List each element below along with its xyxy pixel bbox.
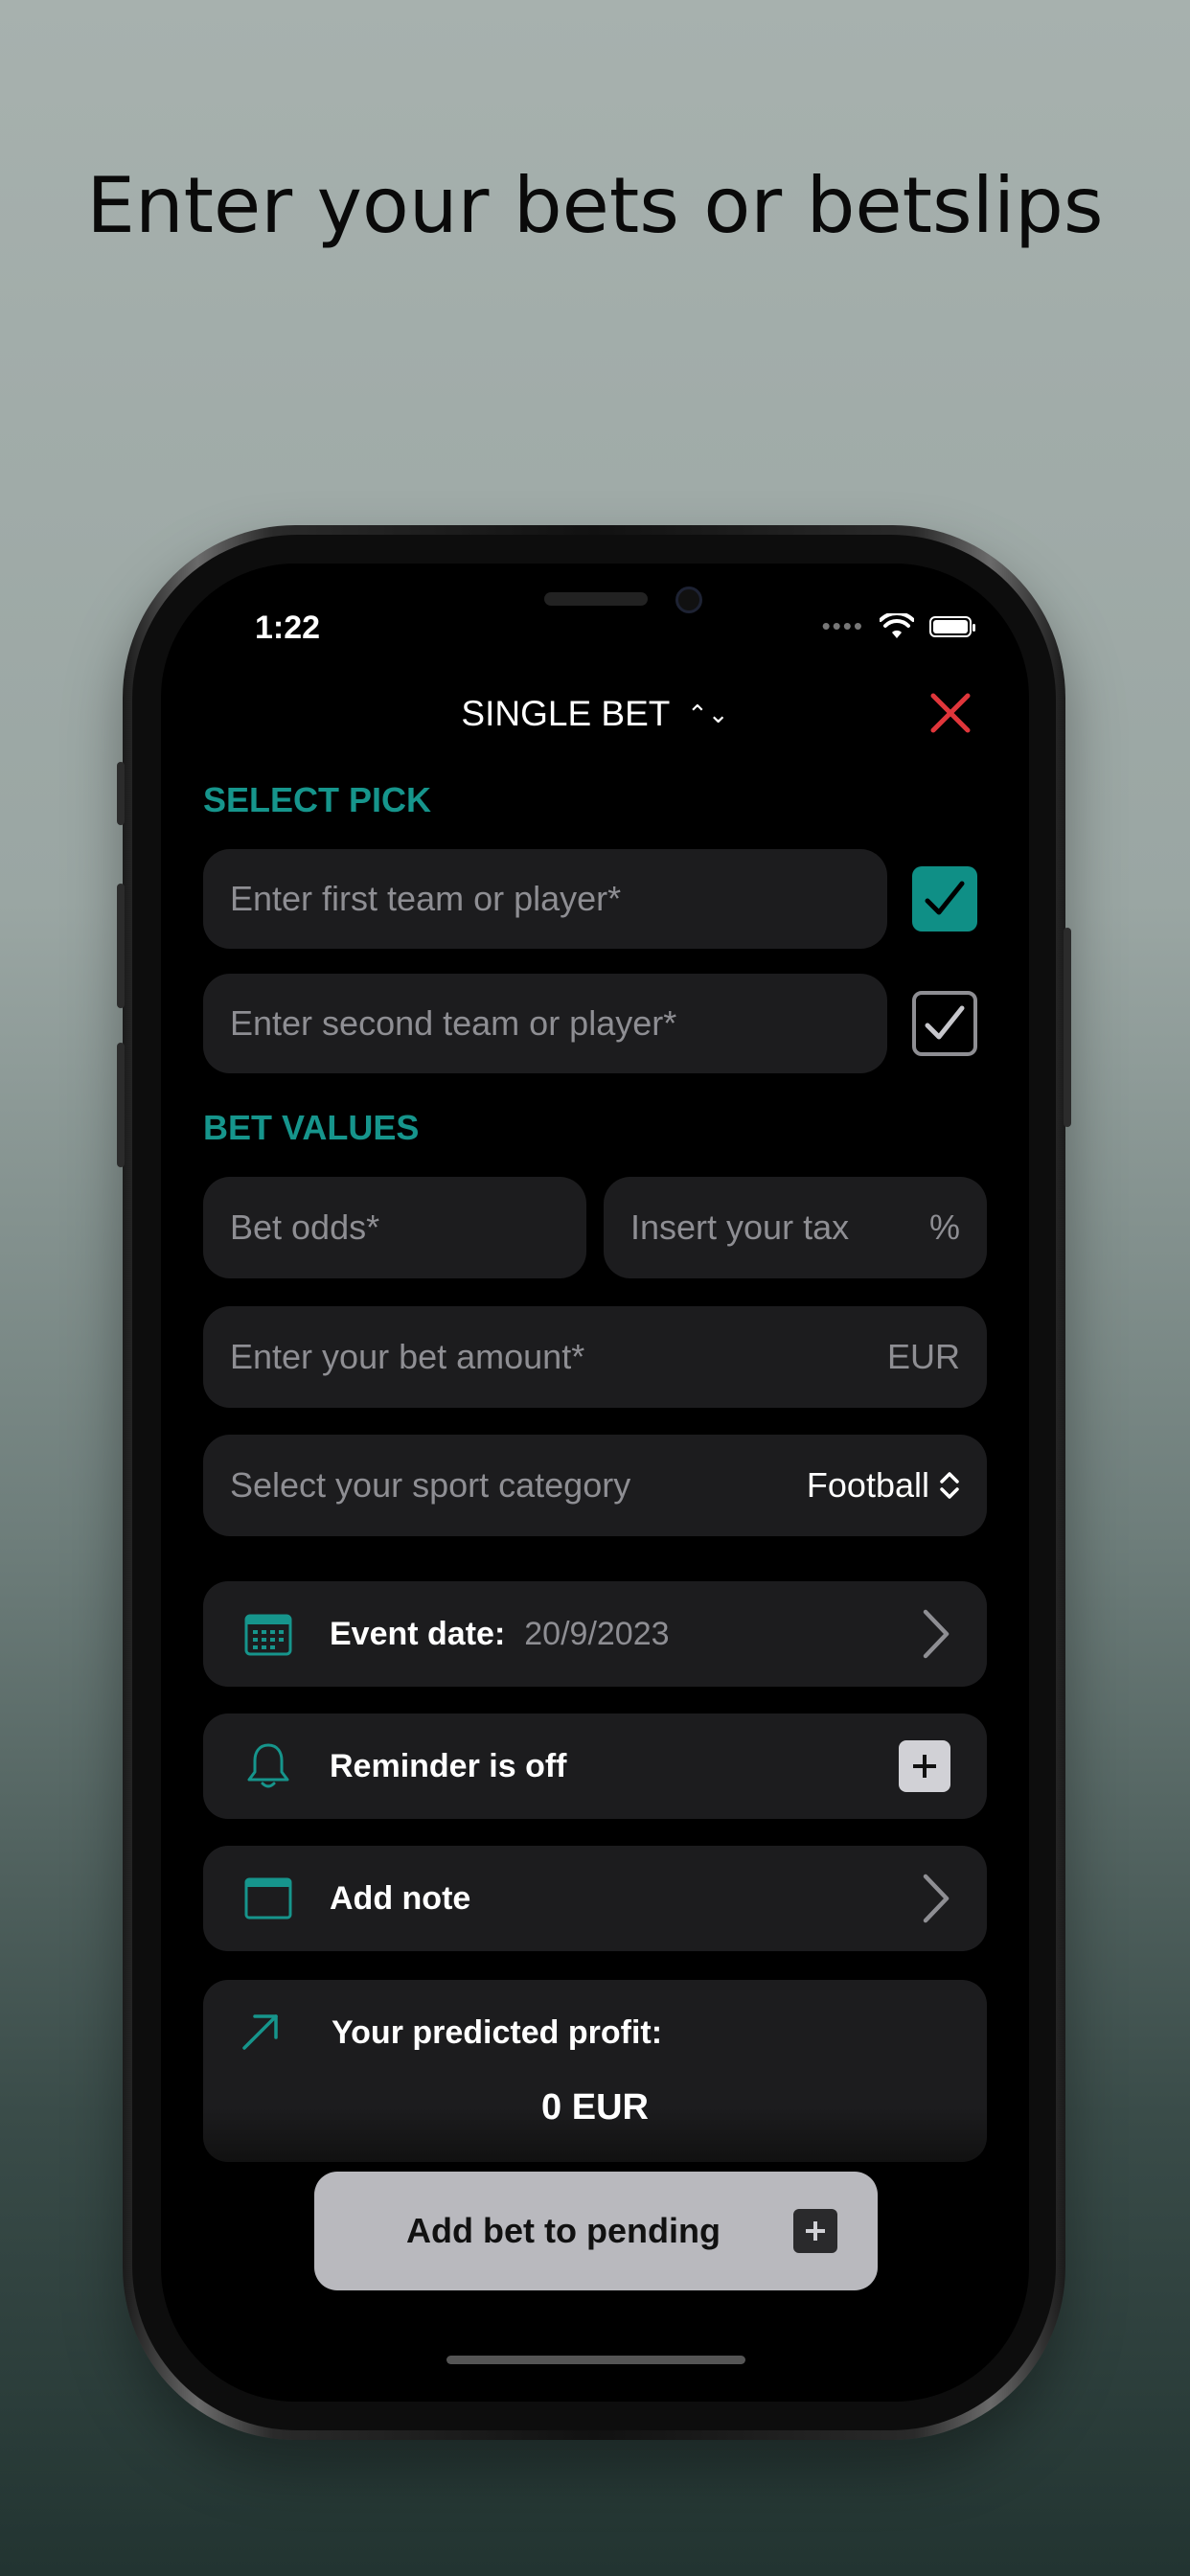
first-team-checkbox[interactable] — [912, 866, 977, 932]
predicted-profit-card: Your predicted profit: 0 EUR — [203, 1980, 987, 2162]
bet-odds-input[interactable]: Bet odds* — [203, 1177, 586, 1278]
second-team-input[interactable]: Enter second team or player* — [203, 974, 887, 1073]
tax-suffix: % — [928, 1208, 960, 1247]
wifi-icon — [880, 612, 914, 638]
updown-chevron-icon: ⌃⌄ — [687, 700, 729, 728]
event-date-label: Event date: — [330, 1615, 506, 1652]
earpiece-speaker — [544, 592, 648, 606]
first-team-input[interactable]: Enter first team or player* — [203, 849, 887, 949]
trend-arrow-icon — [242, 2014, 278, 2050]
add-note-row[interactable]: Add note — [203, 1846, 987, 1951]
plus-icon — [913, 1755, 936, 1778]
select-pick-heading: SELECT PICK — [203, 780, 432, 819]
chevron-right-icon — [923, 1609, 950, 1659]
add-note-label: Add note — [330, 1879, 471, 1917]
volume-down-button — [117, 1043, 125, 1167]
updown-chevron-icon — [940, 1472, 959, 1499]
plus-icon — [793, 2209, 837, 2253]
reminder-row[interactable]: Reminder is off — [203, 1714, 987, 1819]
headline: Enter your bets or betslips — [86, 161, 1104, 250]
home-indicator[interactable] — [446, 2356, 745, 2364]
reminder-label: Reminder is off — [330, 1747, 567, 1784]
tax-input[interactable]: Insert your tax % — [604, 1177, 987, 1278]
bet-type-selector[interactable]: SINGLE BET ⌃⌄ — [161, 694, 1029, 734]
bet-amount-placeholder: Enter your bet amount* — [230, 1337, 585, 1376]
checkmark-icon — [925, 1005, 965, 1040]
note-icon — [240, 1870, 297, 1927]
tax-placeholder: Insert your tax — [630, 1208, 850, 1247]
battery-icon — [929, 615, 975, 637]
second-team-checkbox[interactable] — [912, 991, 977, 1056]
signal-icon: •••• — [821, 611, 864, 640]
event-date-row[interactable]: Event date: 20/9/2023 — [203, 1581, 987, 1687]
first-team-placeholder: Enter first team or player* — [230, 879, 622, 918]
status-icons: •••• — [821, 611, 975, 641]
bet-odds-placeholder: Bet odds* — [230, 1208, 380, 1247]
sport-category-select[interactable]: Select your sport category Football — [203, 1435, 987, 1536]
sport-category-value: Football — [806, 1465, 929, 1505]
power-button — [1064, 928, 1071, 1127]
bell-icon — [240, 1737, 297, 1795]
status-time: 1:22 — [255, 610, 321, 646]
phone-screen: 1:22 •••• SINGLE BET ⌃⌄ SELECT PICK Ente… — [161, 564, 1029, 2402]
second-team-placeholder: Enter second team or player* — [230, 1003, 677, 1043]
predicted-profit-label: Your predicted profit: — [332, 2014, 663, 2051]
checkmark-icon — [925, 881, 965, 915]
add-reminder-button[interactable] — [899, 1740, 950, 1792]
predicted-profit-value: 0 EUR — [541, 2087, 649, 2128]
add-bet-label: Add bet to pending — [406, 2211, 721, 2250]
sport-category-placeholder: Select your sport category — [230, 1465, 631, 1505]
bet-amount-input[interactable]: Enter your bet amount* EUR — [203, 1306, 987, 1408]
calendar-icon — [240, 1605, 297, 1663]
close-icon[interactable] — [927, 690, 973, 736]
bet-type-label: SINGLE BET — [461, 694, 670, 733]
add-bet-to-pending-button[interactable]: Add bet to pending — [314, 2172, 878, 2290]
bet-values-heading: BET VALUES — [203, 1108, 420, 1147]
front-camera — [675, 586, 702, 613]
chevron-right-icon — [923, 1874, 950, 1923]
volume-up-button — [117, 884, 125, 1008]
currency-suffix: EUR — [886, 1337, 960, 1376]
mute-switch — [117, 762, 125, 825]
event-date-value: 20/9/2023 — [524, 1615, 670, 1652]
